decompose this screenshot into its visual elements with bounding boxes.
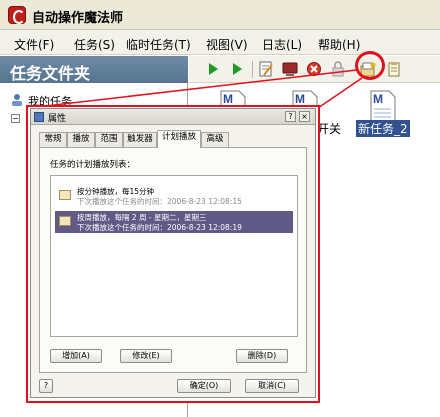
tab-playback[interactable]: 播放 — [67, 132, 95, 147]
record-icon[interactable] — [282, 61, 298, 77]
footer-help-button[interactable]: ? — [39, 379, 53, 393]
tab-scope[interactable]: 范围 — [95, 132, 123, 147]
tree-collapse-toggle[interactable]: − — [11, 114, 20, 123]
lock-icon[interactable] — [330, 61, 346, 77]
user-folder-icon — [12, 94, 22, 106]
ok-button[interactable]: 确定(O) — [177, 379, 231, 393]
dialog-titlebar: 属性 ? × — [31, 109, 315, 125]
menu-task[interactable]: 任务(S) — [74, 36, 115, 53]
schedule-next-time: 下次播放这个任务的时间：2006-8-23 12:08:19 — [77, 223, 242, 232]
tab-general[interactable]: 常规 — [39, 132, 67, 147]
dialog-close-button[interactable]: × — [299, 111, 310, 122]
highlight-circle — [355, 51, 385, 80]
menu-temp-task[interactable]: 临时任务(T) — [126, 36, 191, 53]
pane-header-title: 任务文件夹 — [10, 64, 91, 83]
schedule-tab-panel: 任务的计划播放列表： 按分钟播放，每15分钟 下次播放这个任务的时间：2006-… — [39, 147, 307, 373]
app-title: 自动操作魔法师 — [32, 11, 124, 26]
toolbar-separator — [252, 61, 253, 78]
delete-task-icon[interactable] — [306, 61, 322, 77]
tab-trigger[interactable]: 触发器 — [123, 132, 157, 147]
tab-scheduled-playback[interactable]: 计划播放 — [157, 130, 201, 148]
schedule-list-label: 任务的计划播放列表： — [50, 160, 136, 170]
menu-help[interactable]: 帮助(H) — [318, 36, 360, 53]
app-logo-icon — [8, 6, 26, 24]
schedule-row-selected[interactable]: 按周播放，每隔 2 周 - 星期二，星期三 下次播放这个任务的时间：2006-8… — [55, 211, 293, 233]
play-next-icon[interactable] — [229, 61, 245, 77]
delete-schedule-button[interactable]: 删除(D) — [236, 349, 288, 363]
menu-log[interactable]: 日志(L) — [262, 36, 302, 53]
play-icon[interactable] — [205, 61, 221, 77]
schedule-next-time: 下次播放这个任务的时间：2006-8-23 12:08:15 — [77, 197, 242, 206]
calendar-icon — [59, 216, 71, 226]
menu-file[interactable]: 文件(F) — [14, 36, 54, 53]
menu-view[interactable]: 视图(V) — [206, 36, 248, 53]
tab-advanced[interactable]: 高级 — [201, 132, 229, 147]
calendar-icon — [59, 190, 71, 200]
dialog-help-button[interactable]: ? — [285, 111, 296, 122]
cancel-button[interactable]: 取消(C) — [245, 379, 299, 393]
dialog-title: 属性 — [48, 114, 67, 124]
file-label[interactable]: 开关 — [317, 120, 341, 137]
svg-text:M: M — [295, 92, 305, 106]
schedule-list[interactable]: 按分钟播放，每15分钟 下次播放这个任务的时间：2006-8-23 12:08:… — [50, 175, 298, 337]
main-toolbar — [189, 56, 440, 83]
schedule-row[interactable]: 按分钟播放，每15分钟 下次播放这个任务的时间：2006-8-23 12:08:… — [55, 185, 293, 207]
add-schedule-button[interactable]: 增加(A) — [50, 349, 102, 363]
main-titlebar: 自动操作魔法师 — [0, 0, 440, 30]
pane-header: 任务文件夹 — [0, 56, 188, 83]
dialog-app-icon — [34, 112, 44, 122]
svg-text:M: M — [373, 92, 383, 106]
notes-icon[interactable] — [386, 61, 402, 77]
file-label-selected[interactable]: 新任务_2 — [356, 120, 410, 137]
svg-text:M: M — [223, 92, 233, 106]
properties-dialog: 属性 ? × 常规 播放 范围 触发器 计划播放 高级 任务的计划播放列表： 按… — [30, 108, 316, 398]
edit-schedule-button[interactable]: 修改(E) — [120, 349, 172, 363]
edit-task-icon[interactable] — [258, 61, 274, 77]
macro-file-icon[interactable]: M — [369, 90, 397, 124]
